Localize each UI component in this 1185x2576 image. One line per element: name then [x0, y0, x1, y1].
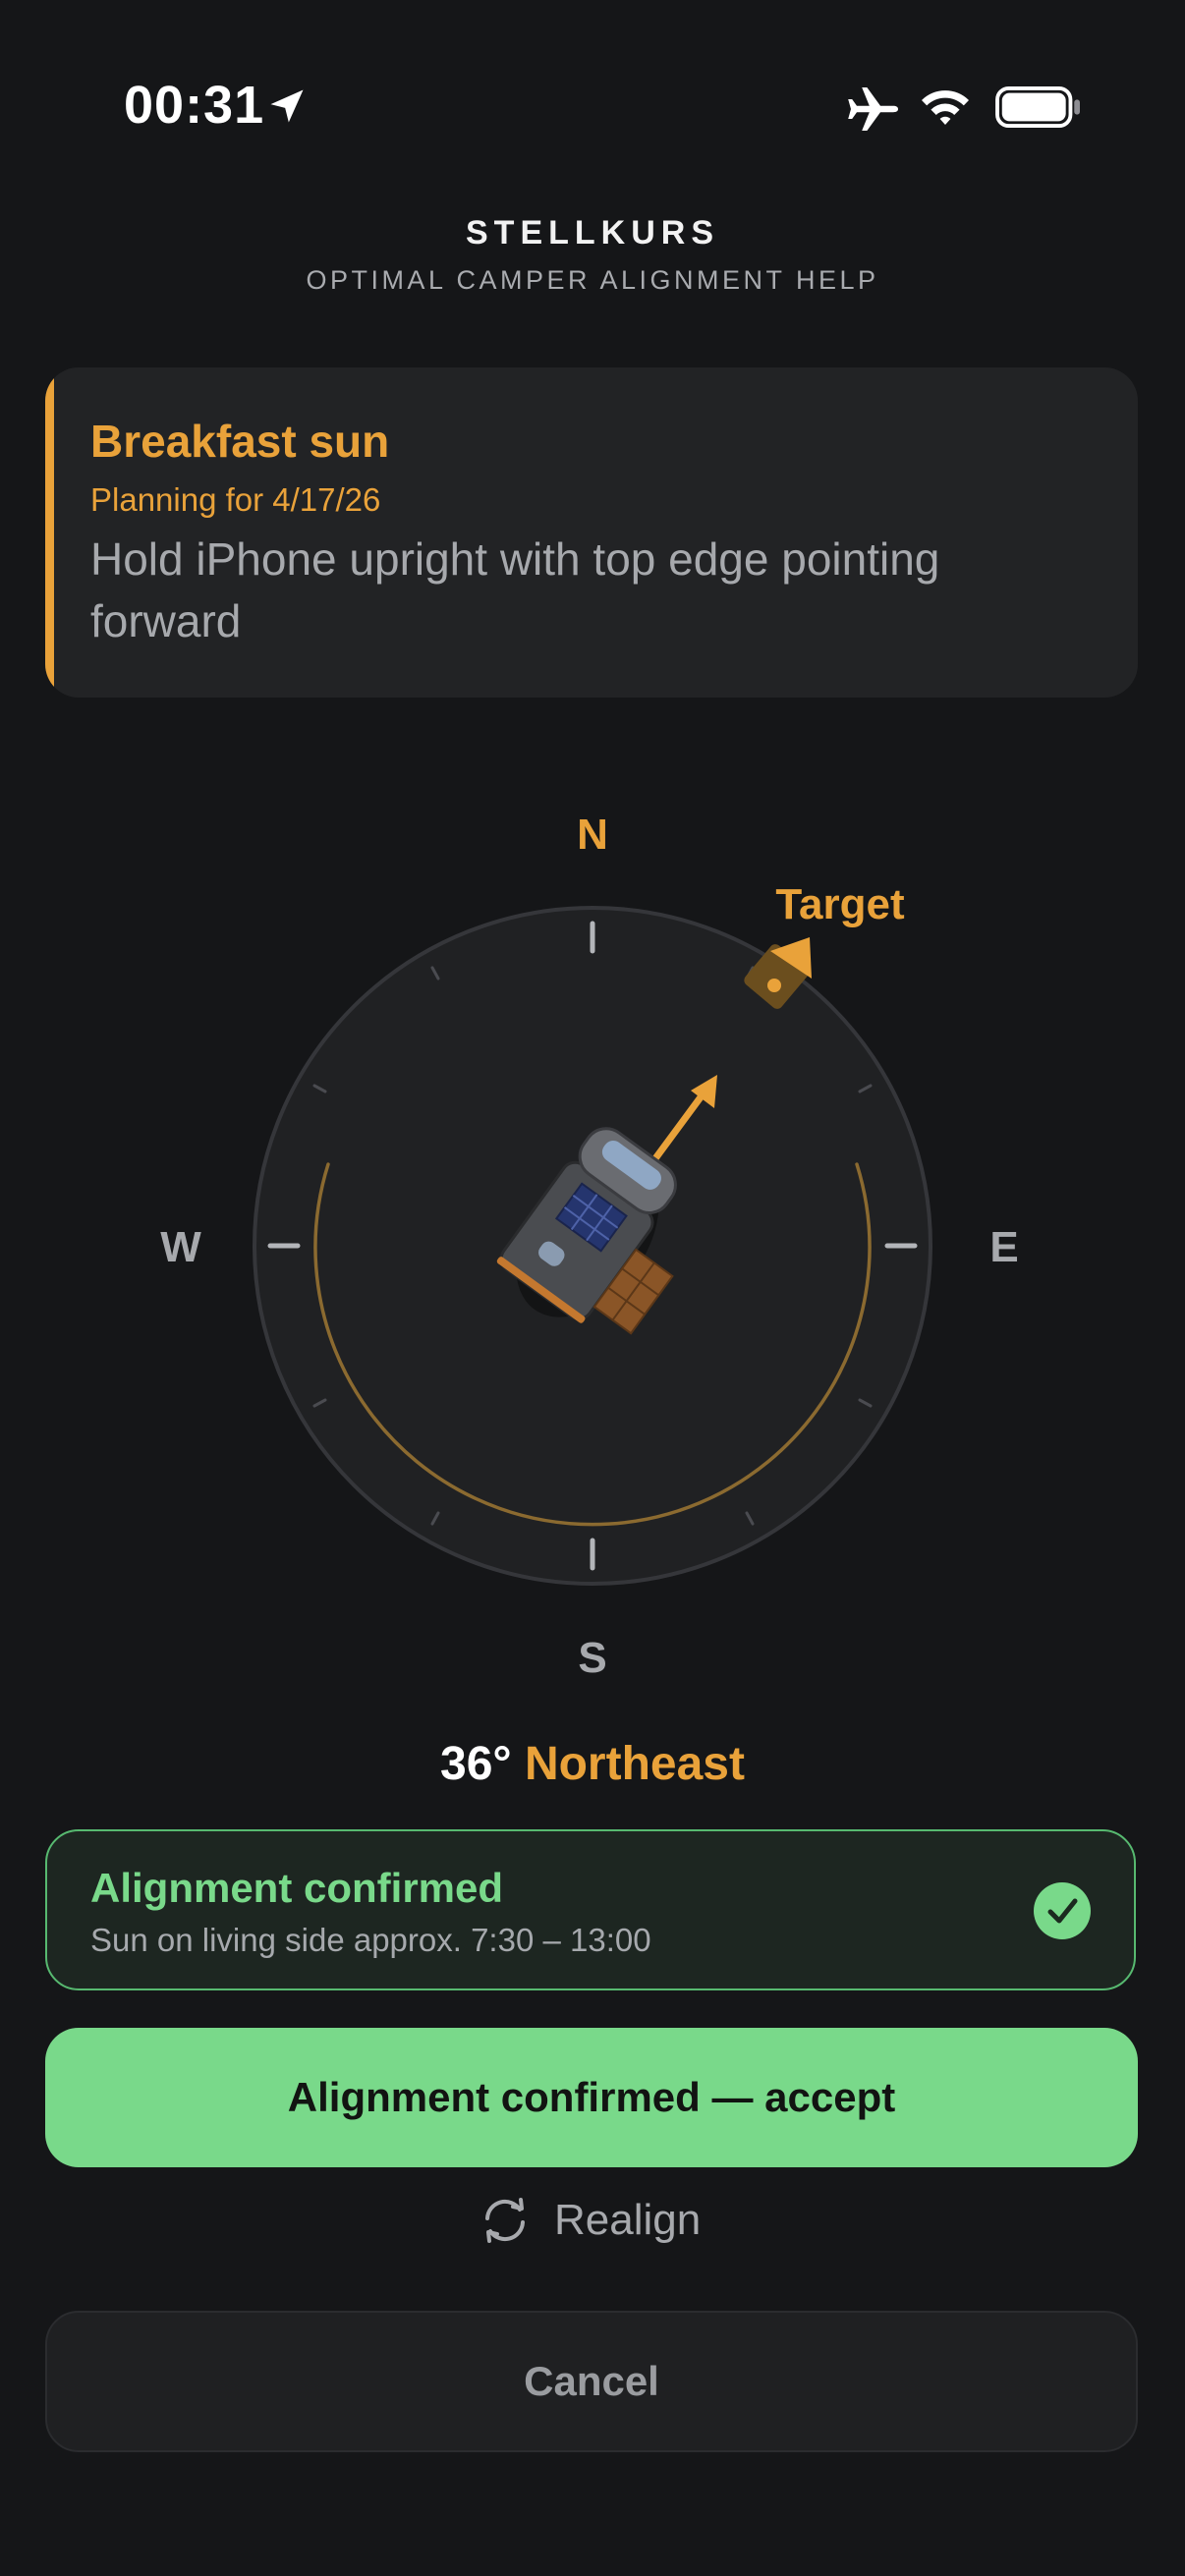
- app-subtitle: OPTIMAL CAMPER ALIGNMENT HELP: [306, 265, 879, 295]
- realign-button[interactable]: Realign: [478, 2189, 701, 2252]
- app-title: STELLKURS: [466, 214, 719, 252]
- info-card: Breakfast sun Planning for 4/17/26 Hold …: [45, 367, 1138, 698]
- location-arrow-icon: [270, 89, 304, 123]
- cardinal-east: E: [989, 1223, 1018, 1271]
- confirmation-card: Alignment confirmed Sun on living side a…: [45, 1829, 1136, 1990]
- compass: N E S W Target: [160, 811, 1018, 1682]
- confirmation-title: Alignment confirmed: [90, 1865, 504, 1911]
- cancel-button[interactable]: Cancel: [45, 2311, 1138, 2452]
- airplane-mode-icon: [848, 87, 898, 131]
- cardinal-south: S: [578, 1634, 606, 1682]
- cardinal-north: N: [577, 811, 608, 859]
- battery-icon: [995, 86, 1080, 128]
- instruction-text: Hold iPhone upright with top edge pointi…: [90, 533, 940, 646]
- checkmark-icon: [1034, 1882, 1091, 1939]
- planning-date: Planning for 4/17/26: [90, 481, 381, 518]
- status-time: 00:31: [124, 76, 265, 135]
- cardinal-west: W: [160, 1223, 201, 1271]
- heading-readout: 36° Northeast: [0, 1737, 1185, 1791]
- info-card-accent-bar: [45, 367, 54, 698]
- realign-label: Realign: [554, 2196, 702, 2244]
- refresh-icon: [485, 2198, 525, 2243]
- target-label: Target: [775, 880, 905, 928]
- confirmation-subtitle: Sun on living side approx. 7:30 – 13:00: [90, 1922, 651, 1958]
- scenario-title: Breakfast sun: [90, 416, 390, 467]
- accept-alignment-button[interactable]: Alignment confirmed — accept: [45, 2028, 1138, 2167]
- wifi-icon: [922, 90, 969, 125]
- heading-degrees: 36°: [440, 1738, 512, 1790]
- heading-direction: Northeast: [524, 1738, 745, 1790]
